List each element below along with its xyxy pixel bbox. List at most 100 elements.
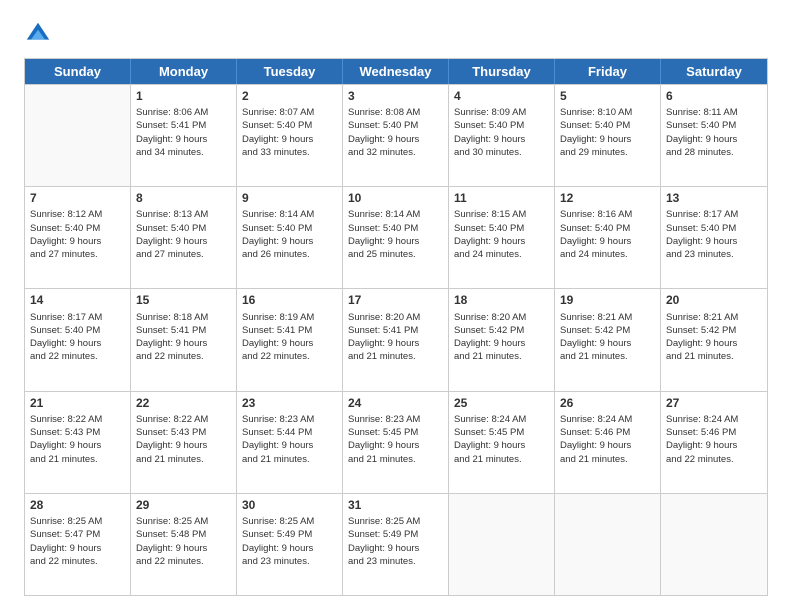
calendar-cell: 6Sunrise: 8:11 AMSunset: 5:40 PMDaylight… bbox=[661, 85, 767, 186]
cell-info: Sunrise: 8:21 AM bbox=[666, 311, 762, 324]
cell-info: Sunrise: 8:25 AM bbox=[30, 515, 125, 528]
cell-info: Daylight: 9 hours bbox=[348, 439, 443, 452]
cell-info: and 28 minutes. bbox=[666, 146, 762, 159]
cell-info: Sunset: 5:43 PM bbox=[136, 426, 231, 439]
calendar-cell: 30Sunrise: 8:25 AMSunset: 5:49 PMDayligh… bbox=[237, 494, 343, 595]
cell-info: Sunset: 5:44 PM bbox=[242, 426, 337, 439]
cell-info: Sunset: 5:40 PM bbox=[560, 222, 655, 235]
cell-info: Daylight: 9 hours bbox=[454, 337, 549, 350]
cell-info: Sunset: 5:40 PM bbox=[666, 119, 762, 132]
cell-info: and 23 minutes. bbox=[348, 555, 443, 568]
day-number: 21 bbox=[30, 395, 125, 411]
cell-info: Sunset: 5:40 PM bbox=[30, 324, 125, 337]
cell-info: Sunrise: 8:09 AM bbox=[454, 106, 549, 119]
cell-info: Sunrise: 8:25 AM bbox=[242, 515, 337, 528]
cell-info: Daylight: 9 hours bbox=[136, 235, 231, 248]
day-number: 6 bbox=[666, 88, 762, 104]
day-number: 7 bbox=[30, 190, 125, 206]
calendar-body: 1Sunrise: 8:06 AMSunset: 5:41 PMDaylight… bbox=[25, 84, 767, 595]
cell-info: and 21 minutes. bbox=[348, 453, 443, 466]
cell-info: Sunset: 5:40 PM bbox=[30, 222, 125, 235]
cell-info: Daylight: 9 hours bbox=[454, 133, 549, 146]
cell-info: Sunset: 5:40 PM bbox=[454, 222, 549, 235]
calendar-cell bbox=[449, 494, 555, 595]
day-number: 1 bbox=[136, 88, 231, 104]
calendar-header-day: Wednesday bbox=[343, 59, 449, 84]
cell-info: and 21 minutes. bbox=[666, 350, 762, 363]
day-number: 26 bbox=[560, 395, 655, 411]
cell-info: and 30 minutes. bbox=[454, 146, 549, 159]
cell-info: and 27 minutes. bbox=[136, 248, 231, 261]
cell-info: Sunset: 5:40 PM bbox=[560, 119, 655, 132]
day-number: 14 bbox=[30, 292, 125, 308]
calendar-cell: 25Sunrise: 8:24 AMSunset: 5:45 PMDayligh… bbox=[449, 392, 555, 493]
cell-info: and 22 minutes. bbox=[666, 453, 762, 466]
calendar-cell: 23Sunrise: 8:23 AMSunset: 5:44 PMDayligh… bbox=[237, 392, 343, 493]
cell-info: Daylight: 9 hours bbox=[242, 337, 337, 350]
cell-info: Sunset: 5:46 PM bbox=[560, 426, 655, 439]
calendar-week-row: 14Sunrise: 8:17 AMSunset: 5:40 PMDayligh… bbox=[25, 288, 767, 390]
cell-info: Daylight: 9 hours bbox=[136, 542, 231, 555]
calendar: SundayMondayTuesdayWednesdayThursdayFrid… bbox=[24, 58, 768, 596]
cell-info: Sunset: 5:40 PM bbox=[136, 222, 231, 235]
cell-info: Daylight: 9 hours bbox=[454, 439, 549, 452]
calendar-cell: 17Sunrise: 8:20 AMSunset: 5:41 PMDayligh… bbox=[343, 289, 449, 390]
calendar-cell: 9Sunrise: 8:14 AMSunset: 5:40 PMDaylight… bbox=[237, 187, 343, 288]
cell-info: and 33 minutes. bbox=[242, 146, 337, 159]
cell-info: Daylight: 9 hours bbox=[348, 133, 443, 146]
calendar-cell: 21Sunrise: 8:22 AMSunset: 5:43 PMDayligh… bbox=[25, 392, 131, 493]
cell-info: Sunset: 5:47 PM bbox=[30, 528, 125, 541]
cell-info: Sunset: 5:41 PM bbox=[136, 119, 231, 132]
calendar-cell: 18Sunrise: 8:20 AMSunset: 5:42 PMDayligh… bbox=[449, 289, 555, 390]
cell-info: and 21 minutes. bbox=[136, 453, 231, 466]
day-number: 2 bbox=[242, 88, 337, 104]
calendar-cell: 13Sunrise: 8:17 AMSunset: 5:40 PMDayligh… bbox=[661, 187, 767, 288]
calendar-cell: 28Sunrise: 8:25 AMSunset: 5:47 PMDayligh… bbox=[25, 494, 131, 595]
calendar-cell: 1Sunrise: 8:06 AMSunset: 5:41 PMDaylight… bbox=[131, 85, 237, 186]
cell-info: Sunrise: 8:14 AM bbox=[242, 208, 337, 221]
calendar-cell: 26Sunrise: 8:24 AMSunset: 5:46 PMDayligh… bbox=[555, 392, 661, 493]
cell-info: Sunrise: 8:21 AM bbox=[560, 311, 655, 324]
calendar-cell: 29Sunrise: 8:25 AMSunset: 5:48 PMDayligh… bbox=[131, 494, 237, 595]
cell-info: Sunset: 5:49 PM bbox=[242, 528, 337, 541]
cell-info: Sunset: 5:42 PM bbox=[454, 324, 549, 337]
cell-info: Sunset: 5:40 PM bbox=[666, 222, 762, 235]
cell-info: and 22 minutes. bbox=[242, 350, 337, 363]
cell-info: Sunrise: 8:23 AM bbox=[348, 413, 443, 426]
calendar-header-day: Sunday bbox=[25, 59, 131, 84]
page: SundayMondayTuesdayWednesdayThursdayFrid… bbox=[0, 0, 792, 612]
day-number: 11 bbox=[454, 190, 549, 206]
day-number: 5 bbox=[560, 88, 655, 104]
calendar-cell: 27Sunrise: 8:24 AMSunset: 5:46 PMDayligh… bbox=[661, 392, 767, 493]
cell-info: Sunset: 5:40 PM bbox=[348, 119, 443, 132]
calendar-cell: 5Sunrise: 8:10 AMSunset: 5:40 PMDaylight… bbox=[555, 85, 661, 186]
cell-info: Sunrise: 8:16 AM bbox=[560, 208, 655, 221]
cell-info: Sunrise: 8:13 AM bbox=[136, 208, 231, 221]
cell-info: Sunrise: 8:15 AM bbox=[454, 208, 549, 221]
cell-info: Daylight: 9 hours bbox=[666, 337, 762, 350]
cell-info: and 22 minutes. bbox=[136, 555, 231, 568]
calendar-cell: 11Sunrise: 8:15 AMSunset: 5:40 PMDayligh… bbox=[449, 187, 555, 288]
day-number: 17 bbox=[348, 292, 443, 308]
calendar-week-row: 7Sunrise: 8:12 AMSunset: 5:40 PMDaylight… bbox=[25, 186, 767, 288]
cell-info: and 23 minutes. bbox=[666, 248, 762, 261]
cell-info: Sunset: 5:40 PM bbox=[242, 119, 337, 132]
logo-icon bbox=[24, 20, 52, 48]
day-number: 15 bbox=[136, 292, 231, 308]
cell-info: and 21 minutes. bbox=[348, 350, 443, 363]
cell-info: and 22 minutes. bbox=[30, 350, 125, 363]
cell-info: and 27 minutes. bbox=[30, 248, 125, 261]
cell-info: Sunset: 5:41 PM bbox=[348, 324, 443, 337]
day-number: 31 bbox=[348, 497, 443, 513]
day-number: 23 bbox=[242, 395, 337, 411]
cell-info: Sunrise: 8:24 AM bbox=[454, 413, 549, 426]
cell-info: Sunrise: 8:22 AM bbox=[30, 413, 125, 426]
calendar-cell: 22Sunrise: 8:22 AMSunset: 5:43 PMDayligh… bbox=[131, 392, 237, 493]
cell-info: Sunset: 5:40 PM bbox=[242, 222, 337, 235]
calendar-cell: 4Sunrise: 8:09 AMSunset: 5:40 PMDaylight… bbox=[449, 85, 555, 186]
cell-info: Daylight: 9 hours bbox=[242, 439, 337, 452]
cell-info: Daylight: 9 hours bbox=[348, 337, 443, 350]
day-number: 19 bbox=[560, 292, 655, 308]
cell-info: Sunrise: 8:20 AM bbox=[454, 311, 549, 324]
cell-info: and 32 minutes. bbox=[348, 146, 443, 159]
